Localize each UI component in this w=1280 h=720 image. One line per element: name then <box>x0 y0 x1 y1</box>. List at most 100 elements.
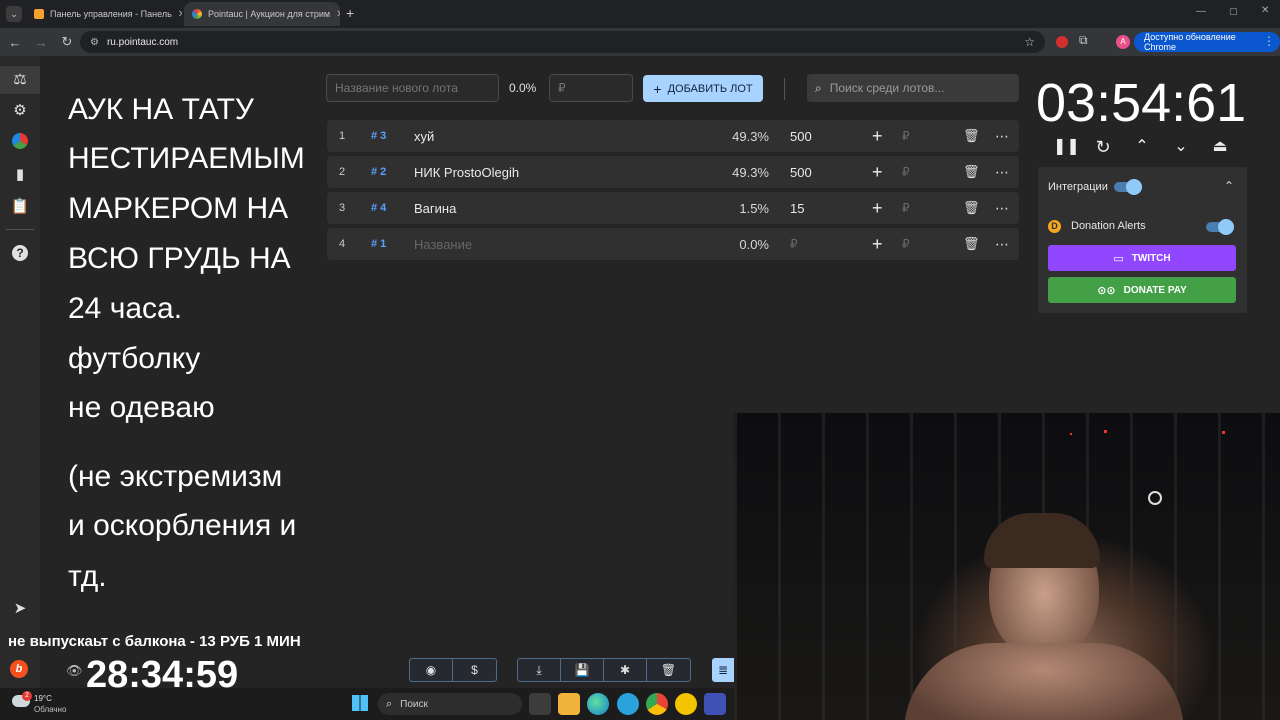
lot-percent: 49.3% <box>732 164 769 180</box>
lot-amount[interactable]: 500 <box>790 120 812 152</box>
double-chevron-up-icon[interactable]: ⏏ <box>1209 136 1231 158</box>
trash-icon[interactable]: 🗑 <box>963 156 980 188</box>
auction-gavel-icon[interactable]: ⚖ <box>9 69 31 91</box>
tab-search-button[interactable]: ⌄ <box>6 6 22 22</box>
overlay-line-3: МАРКЕРОМ НА <box>68 192 289 225</box>
wheel-chart-icon[interactable] <box>9 133 31 155</box>
close-window-icon[interactable]: ✕ <box>1261 5 1269 16</box>
lot-search-field[interactable]: ⌕ Поиск среди лотов... <box>807 74 1019 102</box>
close-tab-icon[interactable]: ✕ <box>178 9 182 20</box>
clear-lots-icon[interactable]: 🗑 <box>647 659 690 681</box>
telegram-app-icon[interactable] <box>617 693 639 715</box>
add-lot-button[interactable]: + ДОБАВИТЬ ЛОТ <box>643 75 763 102</box>
lot-percent: 49.3% <box>732 128 769 144</box>
tab-title: Панель управления - Панель <box>50 9 172 19</box>
twitch-button[interactable]: ▭ TWITCH <box>1048 245 1236 271</box>
extension-red-icon[interactable] <box>1056 36 1068 48</box>
lot-amount-input[interactable]: ₽ <box>790 228 798 260</box>
search-icon: ⌕ <box>386 697 393 710</box>
add-amount-plus-icon[interactable]: + <box>872 228 883 260</box>
extra-amount-input[interactable]: ₽ <box>902 156 910 188</box>
lot-percent: 0.0% <box>739 236 769 252</box>
settings-gear-icon[interactable]: ⚙ <box>9 100 31 122</box>
lot-name[interactable]: хуй <box>414 120 434 152</box>
city-light <box>1104 430 1107 433</box>
lot-amount[interactable]: 500 <box>790 156 812 188</box>
task-view-icon[interactable] <box>529 693 551 715</box>
sidebar-divider <box>6 229 34 230</box>
file-explorer-icon[interactable] <box>558 693 580 715</box>
donation-alerts-toggle[interactable] <box>1206 219 1234 235</box>
trash-icon[interactable]: 🗑 <box>963 228 980 260</box>
lot-name[interactable]: НИК ProstoOlegih <box>414 156 519 188</box>
more-options-icon[interactable]: ⋯ <box>995 156 1009 188</box>
lot-search-placeholder: Поиск среди лотов... <box>829 81 945 95</box>
browser-tab-dashboard[interactable]: Панель управления - Панель ✕ <box>26 2 182 26</box>
profile-avatar[interactable]: A <box>1116 35 1130 49</box>
chrome-update-button[interactable]: Доступно обновление Chrome <box>1134 32 1280 52</box>
list-view-button[interactable]: ≣ <box>712 658 734 682</box>
add-amount-plus-icon[interactable]: + <box>872 192 883 224</box>
overlay-line-1: АУК НА ТАТУ <box>68 93 254 126</box>
windows-start-icon[interactable] <box>352 695 368 711</box>
edge-browser-icon[interactable] <box>587 693 609 715</box>
bug-report-icon[interactable]: ✱ <box>604 659 647 681</box>
address-bar[interactable]: ⚙ ru.pointauc.com ☆ <box>80 31 1045 53</box>
lot-row: 2 # 2 НИК ProstoOlegih 49.3% 500 + ₽ 🗑 ⋯ <box>327 156 1019 188</box>
close-tab-icon[interactable]: ✕ <box>336 9 340 20</box>
chevron-up-icon[interactable]: ⌃ <box>1131 136 1153 158</box>
weather-condition: Облачно <box>34 705 67 714</box>
more-options-icon[interactable]: ⋯ <box>995 228 1009 260</box>
help-question-icon[interactable]: ? <box>9 242 31 264</box>
more-options-icon[interactable]: ⋯ <box>995 192 1009 224</box>
integrations-panel: Интеграции ⌃ D Donation Alerts ▭ TWITCH … <box>1038 167 1247 313</box>
overlay-line-9: и оскорбления и <box>68 509 297 542</box>
pause-icon[interactable]: ❚❚ <box>1053 136 1080 158</box>
bookmark-star-icon[interactable]: ☆ <box>1024 35 1035 49</box>
chrome-menu-icon[interactable]: ⋮ <box>1263 34 1275 48</box>
clipboard-history-icon[interactable]: 📋 <box>9 196 31 218</box>
forward-arrow-icon[interactable]: → <box>28 35 54 50</box>
donatepay-button[interactable]: ⊙⊙ DONATE PAY <box>1048 277 1236 303</box>
minimize-window-icon[interactable]: — <box>1196 6 1206 17</box>
site-settings-icon[interactable]: ⚙ <box>90 37 99 48</box>
integrations-toggle[interactable] <box>1114 179 1142 195</box>
download-icon[interactable]: ⤓ <box>518 659 561 681</box>
back-arrow-icon[interactable]: ← <box>2 35 28 50</box>
new-lot-name-input[interactable] <box>326 74 499 102</box>
chrome-app-icon[interactable] <box>646 693 668 715</box>
extra-amount-input[interactable]: ₽ <box>902 228 910 260</box>
norton-app-icon[interactable] <box>675 693 697 715</box>
new-tab-button[interactable]: + <box>346 5 354 21</box>
overlay-line-7: не одеваю <box>68 391 215 424</box>
maximize-window-icon[interactable]: ▢ <box>1229 6 1238 17</box>
extra-amount-input[interactable]: ₽ <box>902 192 910 224</box>
more-options-icon[interactable]: ⋯ <box>995 120 1009 152</box>
extra-amount-input[interactable]: ₽ <box>902 120 910 152</box>
telegram-icon[interactable]: ➤ <box>9 598 31 620</box>
save-icon[interactable]: 💾 <box>561 659 604 681</box>
extension-icon[interactable]: ⧉ <box>1079 33 1088 48</box>
donate-dollar-icon[interactable]: $ <box>453 659 496 681</box>
overlay-line-2: НЕСТИРАЕМЫМ <box>68 142 305 175</box>
trash-icon[interactable]: 🗑 <box>963 120 980 152</box>
trash-icon[interactable]: 🗑 <box>963 192 980 224</box>
add-amount-plus-icon[interactable]: + <box>872 156 883 188</box>
new-lot-amount-input[interactable] <box>549 74 633 102</box>
lot-amount[interactable]: 15 <box>790 192 804 224</box>
lot-name-placeholder[interactable]: Название <box>414 228 472 260</box>
add-amount-plus-icon[interactable]: + <box>872 120 883 152</box>
restart-icon[interactable]: ↻ <box>1092 136 1114 158</box>
taskbar-search-box[interactable]: ⌕ Поиск <box>378 693 522 715</box>
browser-tab-pointauc[interactable]: Pointauc | Аукцион для стрим ✕ <box>184 2 340 26</box>
city-light <box>1148 491 1162 505</box>
collapse-chevron-icon[interactable]: ⌃ <box>1224 179 1234 193</box>
chevron-down-icon[interactable]: ⌄ <box>1170 136 1192 158</box>
lot-name[interactable]: Вагина <box>414 192 456 224</box>
github-icon[interactable]: ◉ <box>410 659 453 681</box>
tab-title: Pointauc | Аукцион для стрим <box>208 9 331 19</box>
statistics-bar-chart-icon[interactable]: ▮ <box>9 164 31 186</box>
overlay-ticker-text: не выпускаьт с балкона - 13 РУБ 1 МИН <box>8 633 301 650</box>
obs-stats-app-icon[interactable] <box>704 693 726 715</box>
reload-icon[interactable]: ↻ <box>54 34 80 50</box>
